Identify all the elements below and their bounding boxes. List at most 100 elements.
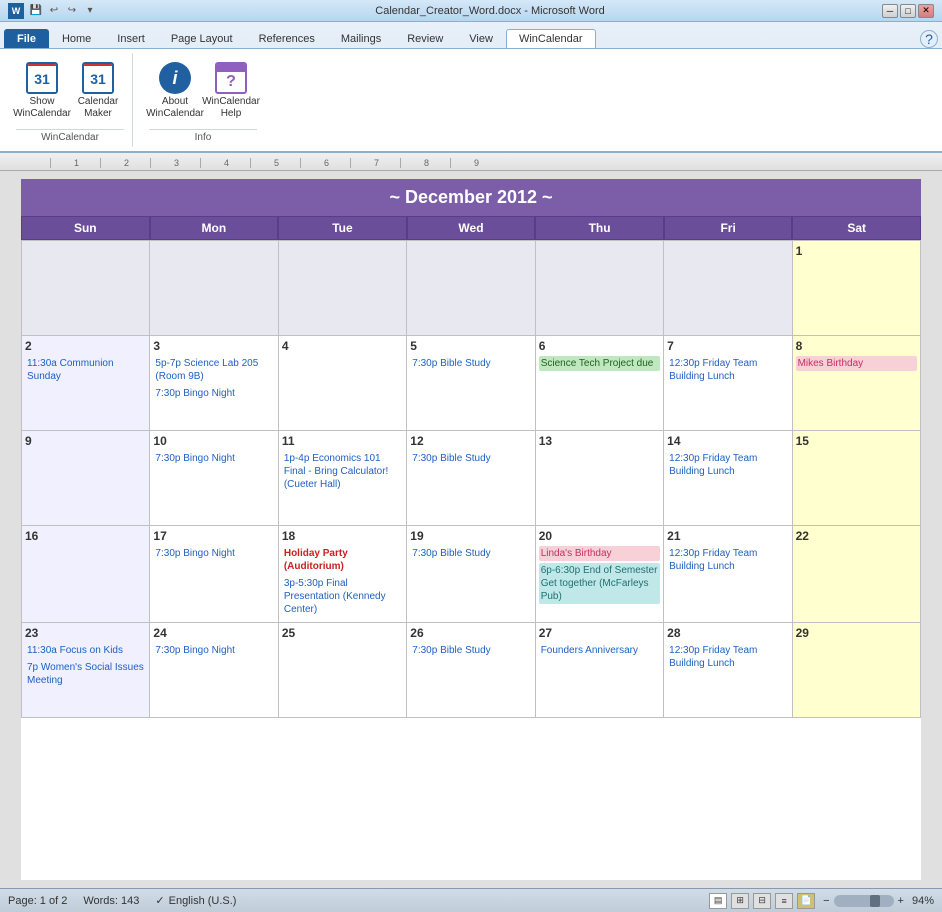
minimize-btn[interactable]: ─ [882,4,898,18]
calendar-maker-label: CalendarMaker [78,96,119,120]
zoom-in-btn[interactable]: + [898,895,904,907]
event-4-1-0: 7:30p Bingo Night [153,643,274,658]
tab-insert[interactable]: Insert [104,29,158,48]
save-quick-btn[interactable]: 💾 [28,3,44,19]
ruler: 1 2 3 4 5 6 7 8 9 [0,153,942,171]
ribbon-help-btn[interactable]: ? [920,30,938,48]
tab-view[interactable]: View [456,29,506,48]
redo-quick-btn[interactable]: ↪ [64,3,80,19]
event-1-3-0: 7:30p Bible Study [410,356,531,371]
tab-mailings[interactable]: Mailings [328,29,394,48]
calendar-cell-25[interactable]: 20Linda's Birthday6p-6:30p End of Semest… [536,526,664,623]
cell-date-13: 13 [539,434,660,448]
calendar-cell-31[interactable]: 26 7:30p Bible Study [407,623,535,718]
calendar-cell-3[interactable] [407,241,535,336]
cell-date-16: 16 [25,529,146,543]
event-1-1-1: 7:30p Bingo Night [153,386,274,401]
title-bar: W 💾 ↩ ↪ ▾ Calendar_Creator_Word.docx - M… [0,0,942,22]
calendar: ~ December 2012 ~ Sun Mon Tue Wed Thu Fr… [21,179,921,880]
cell-date-22: 22 [796,529,917,543]
tab-references[interactable]: References [246,29,328,48]
cell-date-5: 5 [410,339,531,353]
zoom-slider[interactable] [834,895,894,907]
calendar-cell-0[interactable] [22,241,150,336]
calendar-cell-26[interactable]: 2112:30p Friday Team Building Lunch [664,526,792,623]
calendar-cell-32[interactable]: 27Founders Anniversary [536,623,664,718]
calendar-cell-20[interactable]: 15 [793,431,921,526]
ribbon-group-wincalendar: 31 ShowWinCalendar 31 CalendarMaker Win [8,53,133,147]
cell-date-20: 20 [539,529,660,543]
calendar-cell-10[interactable]: 5 7:30p Bible Study [407,336,535,431]
cell-date-29: 29 [796,626,917,640]
event-4-3-0: 7:30p Bible Study [410,643,531,658]
ribbon-group-info: i AboutWinCalendar ? WinCalendarHelp In [141,53,265,147]
calendar-cell-18[interactable]: 13 [536,431,664,526]
calendar-cell-30[interactable]: 25 [279,623,407,718]
wincalendar-help-btn[interactable]: ? WinCalendarHelp [205,57,257,125]
tab-review[interactable]: Review [394,29,456,48]
undo-quick-btn[interactable]: ↩ [46,3,62,19]
event-4-0-1: 7p Women's Social Issues Meeting [25,660,146,688]
print-layout-btn[interactable]: ▤ [709,893,727,909]
calendar-cell-6[interactable]: 1 [793,241,921,336]
calendar-cell-5[interactable] [664,241,792,336]
calendar-cell-12[interactable]: 712:30p Friday Team Building Lunch [664,336,792,431]
event-1-5-0: 12:30p Friday Team Building Lunch [667,356,788,384]
ribbon-group-info-label: Info [149,129,257,143]
calendar-cell-22[interactable]: 177:30p Bingo Night [150,526,278,623]
web-layout-btn[interactable]: ⊟ [753,893,771,909]
event-1-1-0: 5p-7p Science Lab 205 (Room 9B) [153,356,274,384]
calendar-cell-23[interactable]: 18Holiday Party (Auditorium)3p-5:30p Fin… [279,526,407,623]
cell-date-21: 21 [667,529,788,543]
calendar-header: ~ December 2012 ~ [21,179,921,216]
draft-btn[interactable]: 📄 [797,893,815,909]
cell-date-14: 14 [667,434,788,448]
tab-home[interactable]: Home [49,29,104,48]
calendar-cell-21[interactable]: 16 [22,526,150,623]
calendar-cell-19[interactable]: 1412:30p Friday Team Building Lunch [664,431,792,526]
calendar-cell-34[interactable]: 29 [793,623,921,718]
day-header-sat: Sat [792,216,921,240]
zoom-out-btn[interactable]: − [823,895,829,907]
day-header-fri: Fri [664,216,793,240]
event-4-4-0: Founders Anniversary [539,643,660,658]
calendar-cell-11[interactable]: 6Science Tech Project due [536,336,664,431]
calendar-cell-13[interactable]: 8Mikes Birthday [793,336,921,431]
calendar-cell-9[interactable]: 4 [279,336,407,431]
calendar-cell-16[interactable]: 111p-4p Economics 101 Final - Bring Calc… [279,431,407,526]
event-3-2-1: 3p-5:30p Final Presentation (Kennedy Cen… [282,576,403,617]
calendar-maker-btn[interactable]: 31 CalendarMaker [72,57,124,125]
zoom-thumb [870,895,880,907]
maximize-btn[interactable]: □ [900,4,916,18]
calendar-cell-14[interactable]: 9 [22,431,150,526]
outline-btn[interactable]: ≡ [775,893,793,909]
cell-date-15: 15 [796,434,917,448]
calendar-cell-7[interactable]: 211:30a Communion Sunday [22,336,150,431]
calendar-cell-28[interactable]: 2311:30a Focus on Kids7p Women's Social … [22,623,150,718]
tab-page-layout[interactable]: Page Layout [158,29,246,48]
main-area: ~ December 2012 ~ Sun Mon Tue Wed Thu Fr… [0,171,942,888]
word-icon: W [8,3,24,19]
calendar-cell-33[interactable]: 2812:30p Friday Team Building Lunch [664,623,792,718]
customize-quick-btn[interactable]: ▾ [82,3,98,19]
full-reading-btn[interactable]: ⊞ [731,893,749,909]
calendar-cell-17[interactable]: 127:30p Bible Study [407,431,535,526]
calendar-cell-15[interactable]: 107:30p Bingo Night [150,431,278,526]
language-label: English (U.S.) [169,895,237,907]
tab-wincalendar[interactable]: WinCalendar [506,29,596,48]
calendar-cell-1[interactable] [150,241,278,336]
cell-date-26: 26 [410,626,531,640]
about-wincalendar-btn[interactable]: i AboutWinCalendar [149,57,201,125]
wincalendar-help-label: WinCalendarHelp [202,96,260,120]
show-wincalendar-btn[interactable]: 31 ShowWinCalendar [16,57,68,125]
calendar-cell-4[interactable] [536,241,664,336]
calendar-cell-2[interactable] [279,241,407,336]
tab-file[interactable]: File [4,29,49,48]
close-btn[interactable]: ✕ [918,4,934,18]
calendar-cell-27[interactable]: 22 [793,526,921,623]
calendar-cell-8[interactable]: 35p-7p Science Lab 205 (Room 9B)7:30p Bi… [150,336,278,431]
event-1-4-0: Science Tech Project due [539,356,660,371]
calendar-cell-29[interactable]: 247:30p Bingo Night [150,623,278,718]
wincalendar-help-icon: ? [215,62,247,94]
calendar-cell-24[interactable]: 197:30p Bible Study [407,526,535,623]
